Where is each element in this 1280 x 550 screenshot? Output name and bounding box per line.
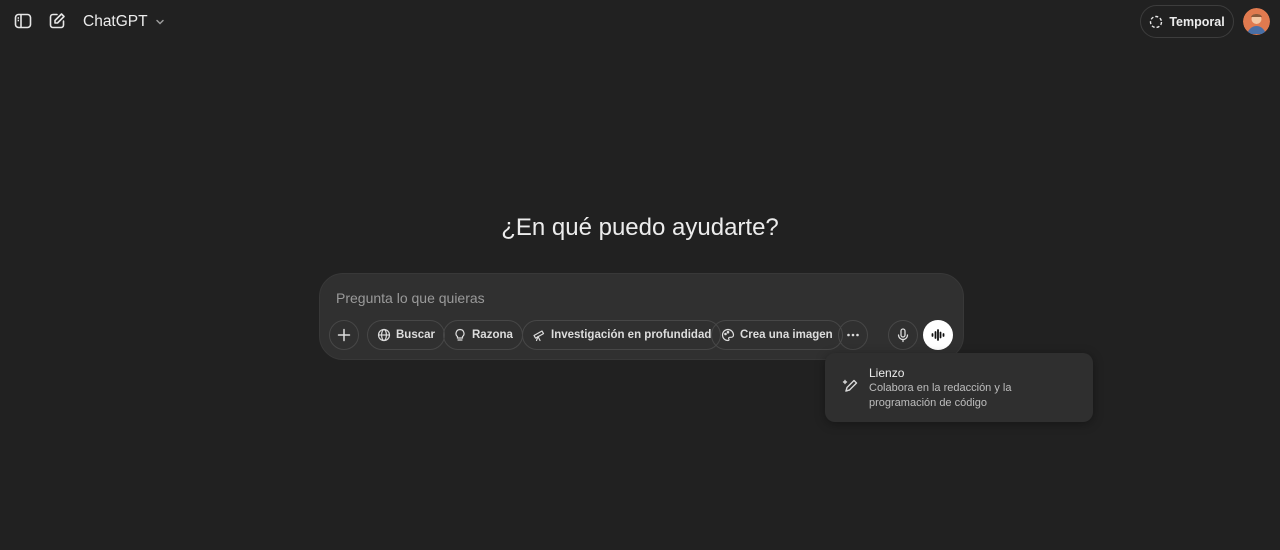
telescope-icon (532, 328, 546, 342)
deep-research-tool-label: Investigación en profundidad (551, 329, 712, 341)
create-image-tool-button[interactable]: Crea una imagen (711, 320, 843, 350)
deep-research-tool-button[interactable]: Investigación en profundidad (522, 320, 722, 350)
new-chat-icon[interactable] (46, 10, 68, 32)
more-tools-button[interactable] (838, 320, 868, 350)
model-name: ChatGPT (83, 13, 148, 30)
create-image-tool-label: Crea una imagen (740, 329, 833, 341)
reason-tool-label: Razona (472, 329, 513, 341)
tooltip-title: Lienzo (869, 366, 905, 380)
add-attachment-button[interactable] (329, 320, 359, 350)
voice-mode-button[interactable] (923, 320, 953, 350)
globe-icon (377, 328, 391, 342)
chevron-down-icon (154, 16, 166, 28)
canvas-tooltip[interactable]: Lienzo Colabora en la redacción y la pro… (825, 353, 1093, 422)
lightbulb-icon (453, 328, 467, 342)
microphone-icon (895, 327, 911, 343)
composer[interactable]: Pregunta lo que quieras Buscar Razona In… (319, 273, 964, 360)
prompt-input[interactable]: Pregunta lo que quieras (336, 290, 485, 306)
dictate-button[interactable] (888, 320, 918, 350)
temporary-chat-button[interactable]: Temporal (1140, 5, 1234, 38)
model-selector[interactable]: ChatGPT (83, 11, 166, 33)
voice-mode-icon (930, 327, 946, 343)
reason-tool-button[interactable]: Razona (443, 320, 523, 350)
search-tool-label: Buscar (396, 329, 435, 341)
temporary-chat-icon (1149, 15, 1163, 29)
tooltip-description: Colabora en la redacción y la programaci… (869, 382, 1012, 409)
temporary-chat-label: Temporal (1169, 14, 1225, 29)
top-bar: ChatGPT Temporal (0, 0, 1280, 44)
pencil-sparkle-icon (842, 377, 860, 395)
plus-icon (336, 327, 352, 343)
palette-icon (721, 328, 735, 342)
sidebar-toggle-icon[interactable] (12, 10, 34, 32)
more-icon (845, 327, 861, 343)
welcome-heading: ¿En qué puedo ayudarte? (501, 214, 779, 241)
search-tool-button[interactable]: Buscar (367, 320, 445, 350)
avatar[interactable] (1243, 8, 1270, 35)
